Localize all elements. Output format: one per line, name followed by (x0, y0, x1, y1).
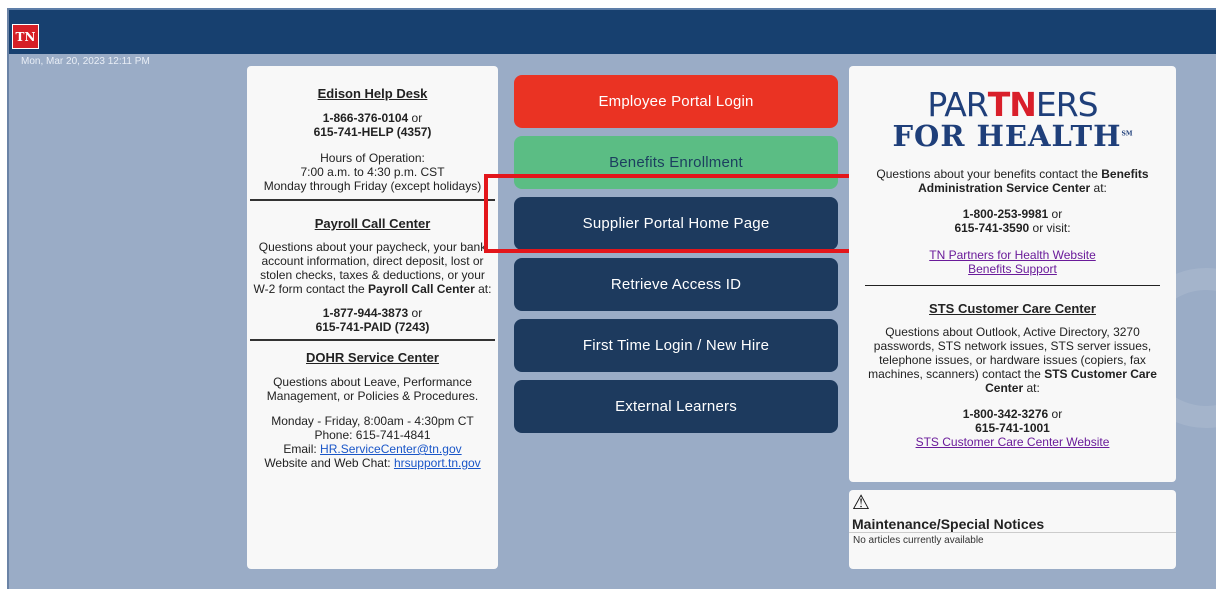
top-bar: TN (9, 8, 1216, 54)
sts-phones: 1-800-342-3276 or 615-741-1001 (849, 407, 1176, 435)
maintenance-notices-panel: ⚠ Maintenance/Special Notices No article… (849, 490, 1176, 569)
benefits-description: Questions about your benefits contact th… (876, 167, 1102, 181)
payroll-phone-2: 615-741-PAID (7243) (315, 320, 430, 334)
or-visit-text: or visit: (1029, 221, 1071, 235)
first-time-login-button[interactable]: First Time Login / New Hire (514, 319, 838, 372)
logo-text-line2: FOR HEALTH (892, 119, 1122, 153)
logo-sm-mark: SM (1121, 130, 1133, 138)
dohr-email-line: Email: HR.ServiceCenter@tn.gov (251, 442, 494, 456)
helpdesk-days: Monday through Friday (except holidays) (263, 179, 482, 193)
payroll-phones: 1-877-944-3873 or 615-741-PAID (7243) (251, 306, 494, 334)
email-label: Email: (283, 442, 321, 456)
payroll-title: Payroll Call Center (314, 216, 431, 231)
helpdesk-title: Edison Help Desk (317, 86, 428, 101)
external-learners-button[interactable]: External Learners (514, 380, 838, 433)
benefits-contact-text: Questions about your benefits contact th… (849, 167, 1176, 195)
sts-phone-1: 1-800-342-3276 (962, 407, 1049, 421)
payroll-center-name: Payroll Call Center (368, 282, 475, 296)
payroll-at: at: (474, 282, 492, 296)
notices-title: Maintenance/Special Notices (852, 516, 1045, 532)
helpdesk-phones: 1-866-376-0104 or 615-741-HELP (4357) (251, 111, 494, 139)
sts-phone-2: 615-741-1001 (975, 421, 1050, 435)
current-datetime: Mon, Mar 20, 2023 12:11 PM (21, 56, 150, 67)
warning-icon: ⚠ (852, 492, 870, 514)
benefits-at: at: (1090, 181, 1107, 195)
partners-for-health-logo: PARTNERS FOR HEALTHSM (849, 88, 1176, 151)
tn-logo[interactable]: TN (12, 24, 39, 49)
or-text: or (408, 111, 423, 125)
helpdesk-hours: 7:00 a.m. to 4:30 p.m. CST (300, 165, 445, 179)
highlight-box (484, 174, 872, 253)
helpdesk-phone-1: 1-866-376-0104 (322, 111, 409, 125)
helpdesk-phone-2: 615-741-HELP (4357) (313, 125, 432, 139)
benefits-support-link[interactable]: Benefits Support (968, 262, 1057, 276)
dohr-email-link[interactable]: HR.ServiceCenter@tn.gov (320, 442, 462, 456)
notices-empty-text: No articles currently available (853, 535, 984, 546)
retrieve-access-id-button[interactable]: Retrieve Access ID (514, 258, 838, 311)
benefits-phone-1: 1-800-253-9981 (962, 207, 1049, 221)
dohr-hours: Monday - Friday, 8:00am - 4:30pm CT (271, 414, 474, 428)
payroll-text: Questions about your paycheck, your bank… (251, 240, 494, 296)
benefits-phone-2: 615-741-3590 (954, 221, 1030, 235)
dohr-phone: Phone: 615-741-4841 (314, 428, 431, 442)
partners-panel: PARTNERS FOR HEALTHSM Questions about yo… (849, 66, 1176, 482)
sts-website-link[interactable]: STS Customer Care Center Website (916, 435, 1110, 449)
dohr-website-link[interactable]: hrsupport.tn.gov (394, 456, 481, 470)
web-label: Website and Web Chat: (264, 456, 394, 470)
help-contacts-panel: Edison Help Desk 1-866-376-0104 or 615-7… (247, 66, 498, 569)
or-text: or (408, 306, 423, 320)
benefits-phones: 1-800-253-9981 or 615-741-3590 or visit: (849, 207, 1176, 235)
helpdesk-hours-label: Hours of Operation: (320, 151, 425, 165)
employee-portal-login-button[interactable]: Employee Portal Login (514, 75, 838, 128)
payroll-phone-1: 1-877-944-3873 (322, 306, 409, 320)
dohr-title: DOHR Service Center (306, 350, 439, 365)
sts-title: STS Customer Care Center (929, 301, 1096, 316)
or-text: or (1048, 407, 1063, 421)
sts-text: Questions about Outlook, Active Director… (849, 325, 1176, 395)
dohr-web-line: Website and Web Chat: hrsupport.tn.gov (251, 456, 494, 470)
notices-divider (849, 532, 1176, 533)
partners-website-link[interactable]: TN Partners for Health Website (929, 248, 1096, 262)
or-text: or (1048, 207, 1063, 221)
sts-at: at: (1023, 381, 1040, 395)
dohr-text: Questions about Leave, Performance Manag… (266, 375, 479, 403)
